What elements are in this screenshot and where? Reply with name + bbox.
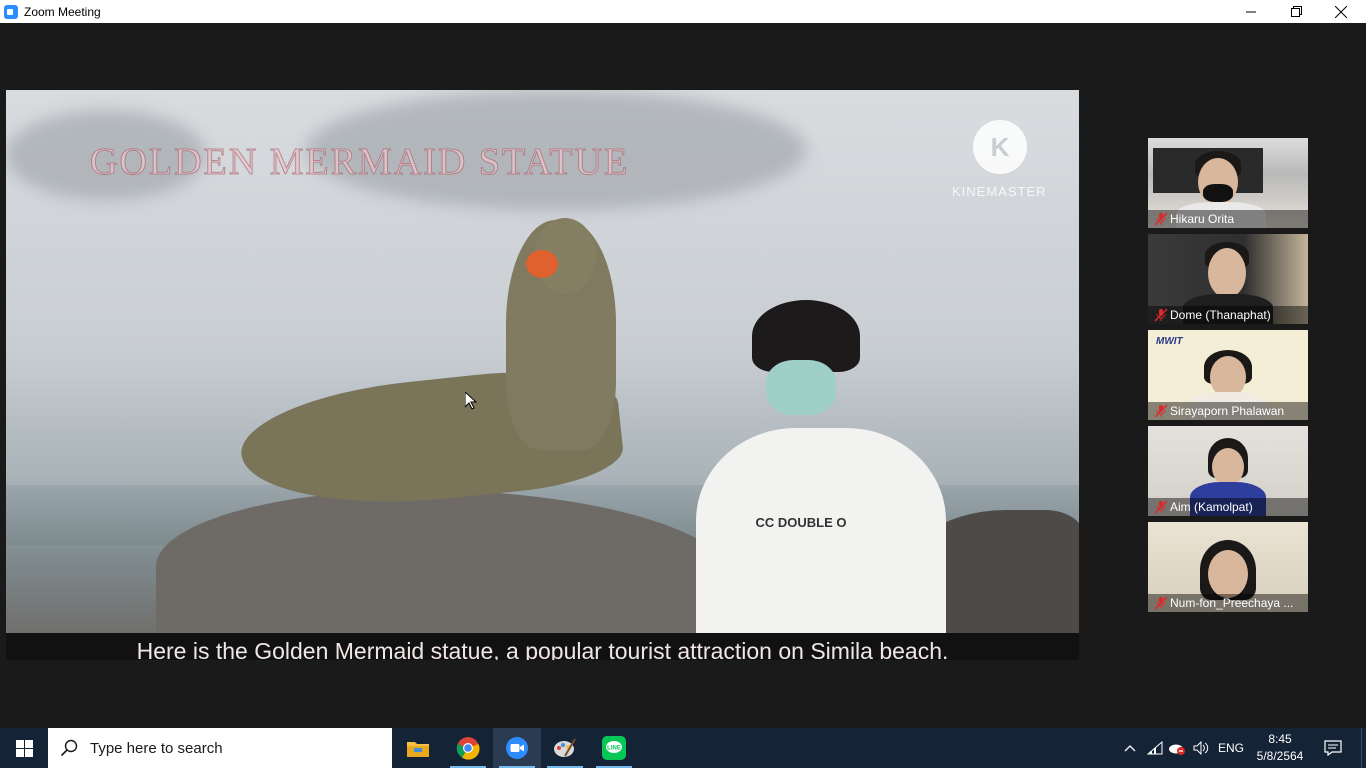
onedrive-button[interactable] xyxy=(1166,728,1188,768)
muted-mic-icon xyxy=(1154,596,1168,610)
muted-mic-icon xyxy=(1154,308,1168,322)
participant-name: Hikaru Orita xyxy=(1170,212,1235,226)
participant-tile[interactable]: Aim (Kamolpat) xyxy=(1148,426,1308,516)
taskbar-file-explorer[interactable] xyxy=(394,728,442,768)
taskbar-zoom[interactable] xyxy=(493,728,541,768)
participant-name-bar: Dome (Thanaphat) xyxy=(1148,306,1308,324)
notification-icon xyxy=(1324,740,1342,756)
close-icon xyxy=(1335,5,1347,18)
taskbar-chrome[interactable] xyxy=(444,728,492,768)
minimize-button[interactable] xyxy=(1228,0,1274,23)
title-bar: Zoom Meeting xyxy=(0,0,1366,23)
participant-tile[interactable]: Hikaru Orita xyxy=(1148,138,1308,228)
mouse-cursor-icon xyxy=(465,392,477,410)
minimize-icon xyxy=(1246,11,1256,12)
face-mask xyxy=(766,360,836,415)
language-label: ENG xyxy=(1217,741,1244,755)
participant-face xyxy=(1212,448,1244,486)
video-overlay-title: GOLDEN MERMAID STATUE xyxy=(89,141,630,184)
clock-date: 5/8/2564 xyxy=(1256,749,1304,763)
participant-name: Sirayaporn Phalawan xyxy=(1170,404,1285,418)
cloud-status-icon xyxy=(1169,744,1185,755)
windows-icon xyxy=(15,739,33,757)
muted-mic-icon xyxy=(1154,500,1168,514)
participant-name: Num-fon_Preechaya ... xyxy=(1170,596,1294,610)
search-icon xyxy=(60,739,78,757)
participant-name-bar: Aim (Kamolpat) xyxy=(1148,498,1308,516)
presenter-shirt xyxy=(696,428,946,660)
language-indicator[interactable]: ENG xyxy=(1216,728,1246,768)
action-center-button[interactable] xyxy=(1320,728,1346,768)
participant-tile[interactable]: MWIT Sirayaporn Phalawan xyxy=(1148,330,1308,420)
network-icon xyxy=(1147,741,1163,755)
muted-mic-icon xyxy=(1154,404,1168,418)
kinemaster-logo: K xyxy=(973,120,1027,174)
taskbar-line[interactable]: LINE xyxy=(590,728,638,768)
paint-icon xyxy=(554,738,576,757)
show-hidden-icons-button[interactable] xyxy=(1118,728,1142,768)
participant-tile[interactable]: Num-fon_Preechaya ... xyxy=(1148,522,1308,612)
video-caption: Here is the Golden Mermaid statue, a pop… xyxy=(136,638,949,660)
window-title: Zoom Meeting xyxy=(24,4,101,19)
meeting-area: CC DOUBLE O GOLDEN MERMAID STATUE K KINE… xyxy=(0,23,1366,728)
restore-button[interactable] xyxy=(1273,0,1319,23)
restore-icon xyxy=(1290,6,1302,17)
chrome-icon xyxy=(456,737,480,760)
kinemaster-watermark: KINEMASTER xyxy=(952,184,1047,199)
search-placeholder: Type here to search xyxy=(90,739,223,757)
chevron-up-icon xyxy=(1124,745,1136,752)
participant-face xyxy=(1208,248,1246,298)
participant-name-bar: Hikaru Orita xyxy=(1148,210,1308,228)
taskbar-clock[interactable]: 8:45 5/8/2564 xyxy=(1250,731,1310,765)
file-explorer-icon xyxy=(407,742,429,757)
participant-face xyxy=(1208,550,1248,598)
shirt-text: CC DOUBLE O xyxy=(755,515,847,530)
svg-text:LINE: LINE xyxy=(607,746,621,752)
participant-name: Dome (Thanaphat) xyxy=(1170,308,1271,322)
network-button[interactable] xyxy=(1144,728,1166,768)
clock-time: 8:45 xyxy=(1268,732,1292,746)
line-icon: LINE xyxy=(602,736,626,760)
face-mask xyxy=(1203,184,1233,202)
start-button[interactable] xyxy=(0,728,48,768)
participant-name: Aim (Kamolpat) xyxy=(1170,500,1253,514)
zoom-app-icon xyxy=(4,4,18,19)
show-desktop-button[interactable] xyxy=(1361,728,1366,768)
kinemaster-logo-letter: K xyxy=(990,131,1010,162)
flower xyxy=(526,250,558,278)
taskbar-paint[interactable] xyxy=(541,728,589,768)
close-button[interactable] xyxy=(1318,0,1364,23)
taskbar: Type here to search LINE ENG 8:45 5/8/25… xyxy=(0,728,1366,768)
shared-video[interactable]: CC DOUBLE O GOLDEN MERMAID STATUE K KINE… xyxy=(6,90,1079,660)
zoom-icon xyxy=(506,737,528,759)
speaker-icon xyxy=(1193,741,1209,755)
participant-name-bar: Sirayaporn Phalawan xyxy=(1148,402,1308,420)
mwit-logo: MWIT xyxy=(1156,336,1183,347)
participant-name-bar: Num-fon_Preechaya ... xyxy=(1148,594,1308,612)
muted-mic-icon xyxy=(1154,212,1168,226)
taskbar-search-box[interactable]: Type here to search xyxy=(48,728,392,768)
participant-tile[interactable]: Dome (Thanaphat) xyxy=(1148,234,1308,324)
volume-button[interactable] xyxy=(1190,728,1212,768)
